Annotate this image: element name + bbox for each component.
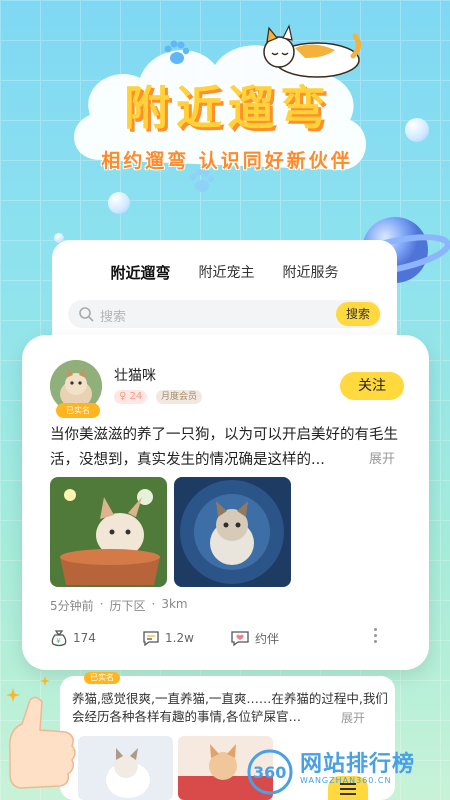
like-action[interactable]: ¥ 174: [50, 629, 96, 647]
sparkle-icon: [6, 688, 20, 702]
hero-title: 附近遛弯: [124, 81, 332, 135]
search-icon: [79, 307, 94, 322]
decor-bubble: [108, 192, 130, 214]
post-photo[interactable]: [50, 477, 167, 587]
post-distance: 3km: [161, 597, 188, 611]
comment-icon: [143, 631, 159, 647]
age-badge: ♀ 24: [114, 390, 148, 404]
comment-count: 1.2w: [165, 631, 194, 645]
search-bar: 搜索 搜索: [68, 300, 382, 328]
age-value: 24: [129, 391, 143, 402]
more-vertical-icon[interactable]: [374, 628, 378, 646]
meta-separator: ·: [151, 597, 156, 611]
cat-illustration: [263, 24, 361, 78]
post-district: 历下区: [109, 599, 146, 613]
post-text[interactable]: 当你美滋滋的养了一只狗，以为可以开启美好的有毛生活，没想到，真实发生的情况确是这…: [50, 423, 405, 473]
decor-bubble: [405, 118, 429, 142]
hero-subtitle: 相约遛弯 认识同好新伙伴: [101, 150, 353, 172]
sparkle-icon: [40, 676, 50, 686]
post-actions: ¥ 174 1.2w 约伴: [50, 629, 405, 651]
tab-nearby-walk[interactable]: 附近遛弯: [110, 260, 170, 285]
feed-container: [52, 240, 397, 350]
post-photo-secondary[interactable]: [78, 736, 173, 800]
heart-invite-icon: [231, 631, 249, 647]
watermark-logo-icon: 360: [247, 749, 293, 795]
expand-link-secondary[interactable]: 展开: [341, 709, 365, 726]
paw-icon: [164, 40, 190, 64]
meta-separator: ·: [99, 597, 104, 611]
tab-nearby-owners[interactable]: 附近宠主: [199, 260, 255, 285]
watermark-title: 网站排行榜: [300, 752, 416, 777]
search-button[interactable]: 搜索: [336, 302, 380, 326]
username[interactable]: 壮猫咪: [114, 365, 156, 385]
verified-badge: 已实名: [56, 403, 100, 418]
post-photo[interactable]: [174, 477, 291, 587]
like-money-bag-icon: ¥: [51, 630, 67, 647]
invite-action[interactable]: 约伴: [230, 629, 279, 647]
post-time: 5分钟前: [50, 599, 94, 613]
comment-action[interactable]: 1.2w: [142, 629, 194, 647]
vip-badge: 月度会员: [156, 390, 203, 404]
invite-label: 约伴: [255, 631, 280, 646]
tab-bar: 附近遛弯 附近宠主 附近服务: [52, 260, 397, 285]
search-input[interactable]: 搜索: [100, 306, 126, 325]
post-card: 已实名 壮猫咪 ♀ 24 月度会员 关注 当你美滋滋的养了一只狗，以为可以开启美…: [22, 335, 429, 670]
thumbs-up-illustration: [9, 696, 76, 789]
watermark-url: WANGZHAN360.CN: [300, 776, 392, 785]
follow-button[interactable]: 关注: [340, 372, 404, 400]
like-count: 174: [73, 631, 96, 645]
watermark: 360 网站排行榜 WANGZHAN360.CN: [246, 746, 450, 800]
watermark-logo-text: 360: [253, 763, 286, 782]
post-meta: 5分钟前 · 历下区 · 3km: [50, 597, 188, 614]
svg-text:¥: ¥: [56, 637, 61, 645]
tab-nearby-services[interactable]: 附近服务: [283, 260, 339, 285]
expand-link[interactable]: 展开: [369, 448, 395, 467]
verified-badge: 已实名: [84, 672, 120, 684]
